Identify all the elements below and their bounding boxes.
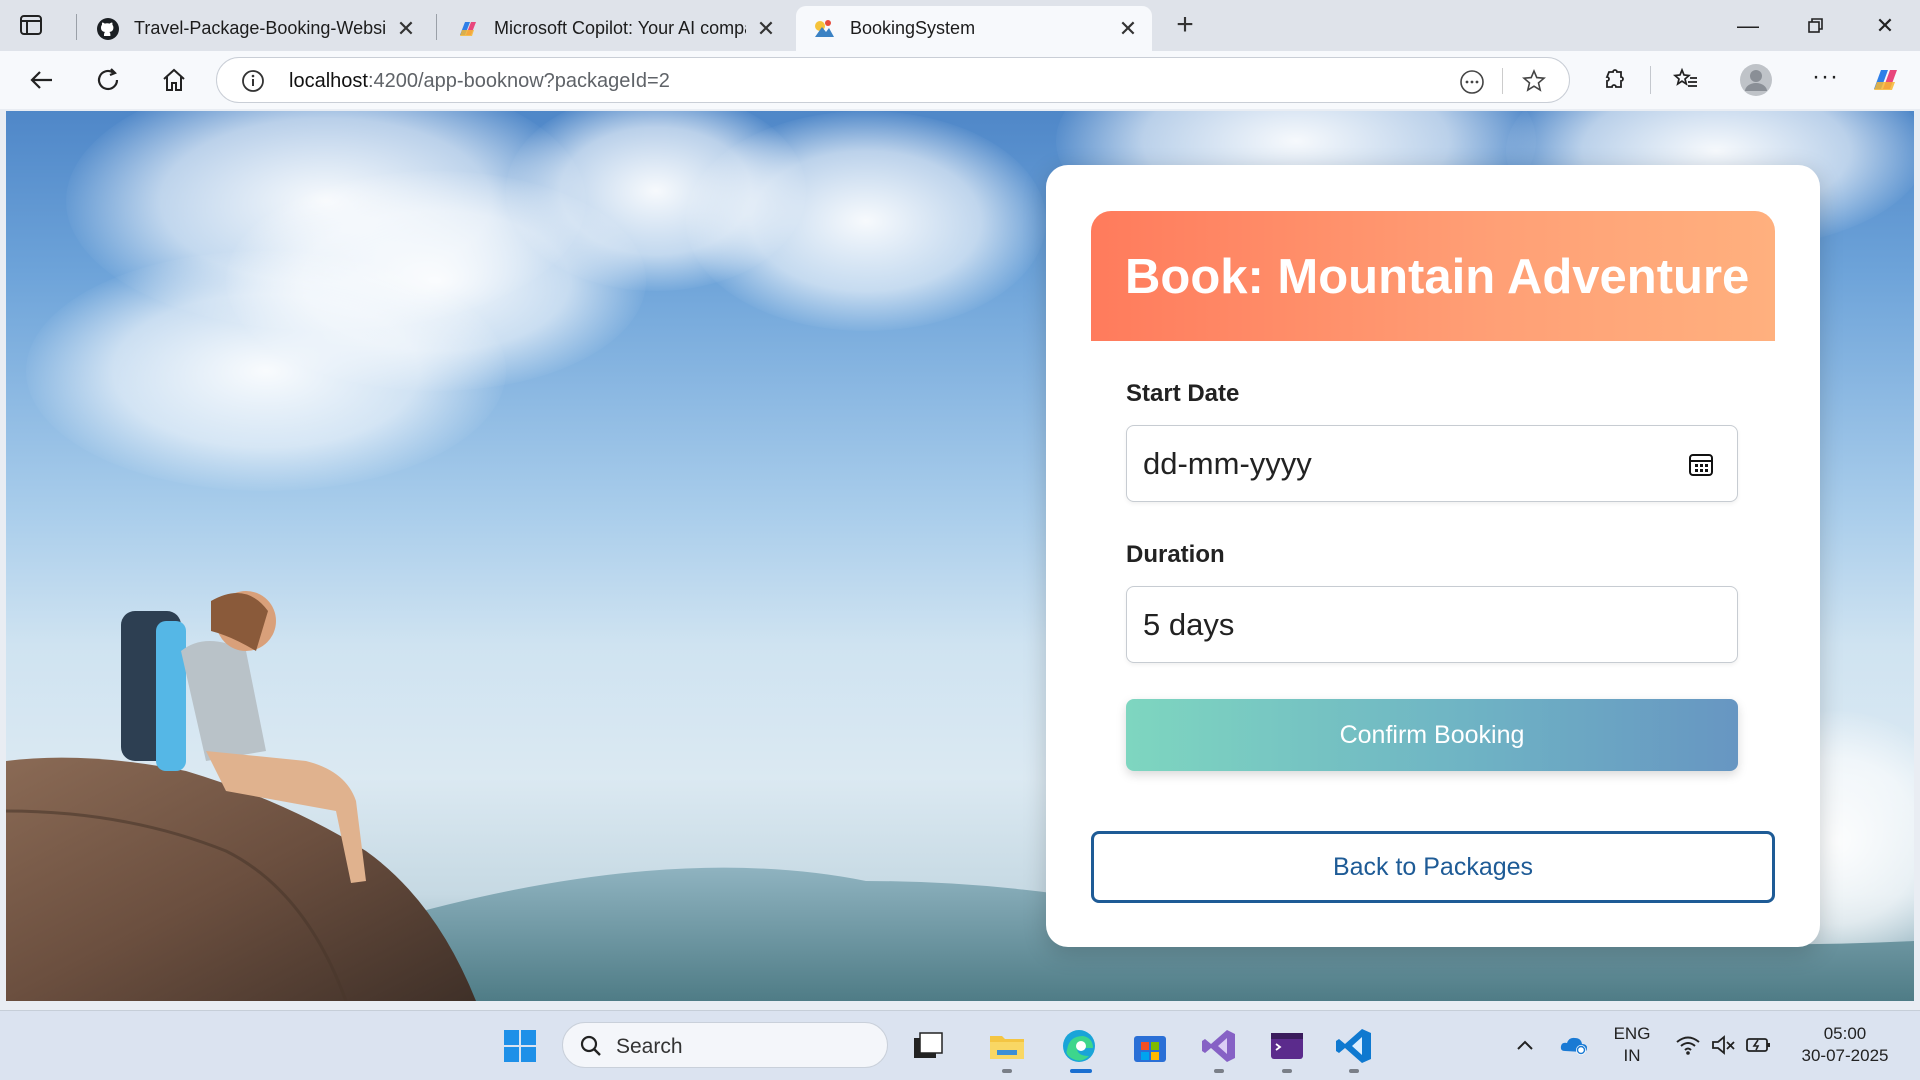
back-arrow-icon[interactable] bbox=[27, 65, 57, 95]
terminal-icon[interactable] bbox=[1267, 1026, 1307, 1066]
running-indicator bbox=[1002, 1069, 1012, 1073]
duration-label: Duration bbox=[1126, 541, 1225, 568]
extensions-icon[interactable] bbox=[1599, 65, 1629, 95]
volume-muted-icon[interactable] bbox=[1710, 1033, 1736, 1057]
browser-toolbar: localhost:4200/app-booknow?packageId=2 ·… bbox=[0, 51, 1920, 109]
angular-app-icon bbox=[815, 19, 834, 37]
calendar-icon[interactable] bbox=[1687, 450, 1715, 478]
language-indicator[interactable]: ENG IN bbox=[1607, 1023, 1657, 1067]
favorite-star-icon[interactable] bbox=[1521, 68, 1547, 94]
task-view-icon[interactable] bbox=[908, 1026, 948, 1066]
confirm-booking-button[interactable]: Confirm Booking bbox=[1126, 699, 1738, 771]
duration-input[interactable]: 5 days bbox=[1126, 586, 1738, 663]
url-text[interactable]: localhost:4200/app-booknow?packageId=2 bbox=[289, 70, 670, 93]
close-tab-icon[interactable]: ✕ bbox=[756, 17, 776, 39]
onedrive-icon[interactable] bbox=[1559, 1031, 1589, 1057]
clock[interactable]: 05:00 30-07-2025 bbox=[1790, 1023, 1900, 1067]
address-separator bbox=[1502, 68, 1503, 94]
duration-value: 5 days bbox=[1143, 607, 1235, 642]
wifi-icon[interactable] bbox=[1675, 1033, 1701, 1057]
start-date-label: Start Date bbox=[1126, 380, 1240, 407]
new-tab-button[interactable]: + bbox=[1170, 10, 1200, 40]
show-hidden-icons-chevron-icon[interactable] bbox=[1514, 1035, 1536, 1055]
restore-icon bbox=[1808, 18, 1823, 33]
booking-card: Book: Mountain Adventure Start Date dd-m… bbox=[1046, 165, 1820, 947]
running-indicator bbox=[1214, 1069, 1224, 1073]
page-title: Book: Mountain Adventure bbox=[1125, 250, 1750, 304]
close-tab-icon[interactable]: ✕ bbox=[1118, 17, 1138, 39]
start-date-placeholder: dd-mm-yyyy bbox=[1143, 446, 1312, 481]
battery-charging-icon[interactable] bbox=[1745, 1033, 1773, 1057]
restore-button[interactable] bbox=[1801, 11, 1831, 41]
page-viewport: Book: Mountain Adventure Start Date dd-m… bbox=[6, 111, 1914, 1001]
file-explorer-icon[interactable] bbox=[987, 1026, 1027, 1066]
clock-date: 30-07-2025 bbox=[1801, 1046, 1889, 1065]
tab-title: BookingSystem bbox=[850, 18, 976, 38]
tab-title: Travel-Package-Booking-Website bbox=[134, 18, 386, 38]
running-indicator bbox=[1349, 1069, 1359, 1073]
windows-taskbar: Search ENG IN 05:00 30-07-2025 bbox=[0, 1010, 1920, 1080]
copilot-sidebar-icon[interactable] bbox=[1869, 63, 1903, 97]
search-placeholder: Search bbox=[616, 1035, 683, 1058]
tab-github[interactable]: Travel-Package-Booking-Website ✕ bbox=[80, 6, 430, 51]
favorites-icon[interactable] bbox=[1671, 65, 1701, 95]
back-to-packages-button[interactable]: Back to Packages bbox=[1091, 831, 1775, 903]
tab-title: Microsoft Copilot: Your AI companion bbox=[494, 18, 746, 38]
clock-time: 05:00 bbox=[1823, 1024, 1867, 1043]
info-icon[interactable] bbox=[241, 69, 265, 93]
close-tab-icon[interactable]: ✕ bbox=[396, 17, 416, 39]
url-path: :4200/app-booknow?packageId=2 bbox=[367, 70, 670, 92]
taskbar-search[interactable]: Search bbox=[562, 1022, 888, 1068]
browser-tab-bar: Travel-Package-Booking-Website ✕ Microso… bbox=[0, 0, 1920, 51]
tab-copilot[interactable]: Microsoft Copilot: Your AI companion ✕ bbox=[440, 6, 790, 51]
microsoft-store-icon[interactable] bbox=[1130, 1026, 1170, 1066]
start-date-input[interactable]: dd-mm-yyyy bbox=[1126, 425, 1738, 502]
tab-separator bbox=[436, 14, 437, 40]
language-code: ENG bbox=[1613, 1024, 1651, 1043]
booking-card-header: Book: Mountain Adventure bbox=[1091, 211, 1775, 341]
more-options-icon[interactable]: ··· bbox=[1812, 63, 1839, 91]
minimize-button[interactable]: — bbox=[1733, 11, 1763, 41]
vscode-icon[interactable] bbox=[1334, 1026, 1374, 1066]
tab-actions-icon[interactable] bbox=[18, 12, 44, 38]
windows-start-icon[interactable] bbox=[500, 1026, 540, 1066]
language-region: IN bbox=[1623, 1046, 1641, 1065]
refresh-icon[interactable] bbox=[93, 65, 123, 95]
search-icon bbox=[580, 1035, 601, 1056]
profile-avatar-icon[interactable] bbox=[1739, 63, 1773, 97]
active-indicator bbox=[1070, 1069, 1092, 1073]
reading-mode-icon[interactable] bbox=[1459, 69, 1485, 95]
toolbar-separator bbox=[1650, 66, 1651, 94]
tab-bookingsystem[interactable]: BookingSystem ✕ bbox=[796, 6, 1152, 51]
url-host: localhost bbox=[289, 70, 368, 92]
home-icon[interactable] bbox=[159, 65, 189, 95]
tab-separator bbox=[76, 14, 77, 40]
close-window-button[interactable]: ✕ bbox=[1870, 11, 1900, 41]
visual-studio-icon[interactable] bbox=[1199, 1026, 1239, 1066]
copilot-icon bbox=[460, 21, 476, 36]
address-bar[interactable]: localhost:4200/app-booknow?packageId=2 bbox=[216, 57, 1570, 103]
github-icon bbox=[97, 17, 119, 40]
running-indicator bbox=[1282, 1069, 1292, 1073]
edge-browser-icon[interactable] bbox=[1059, 1026, 1099, 1066]
